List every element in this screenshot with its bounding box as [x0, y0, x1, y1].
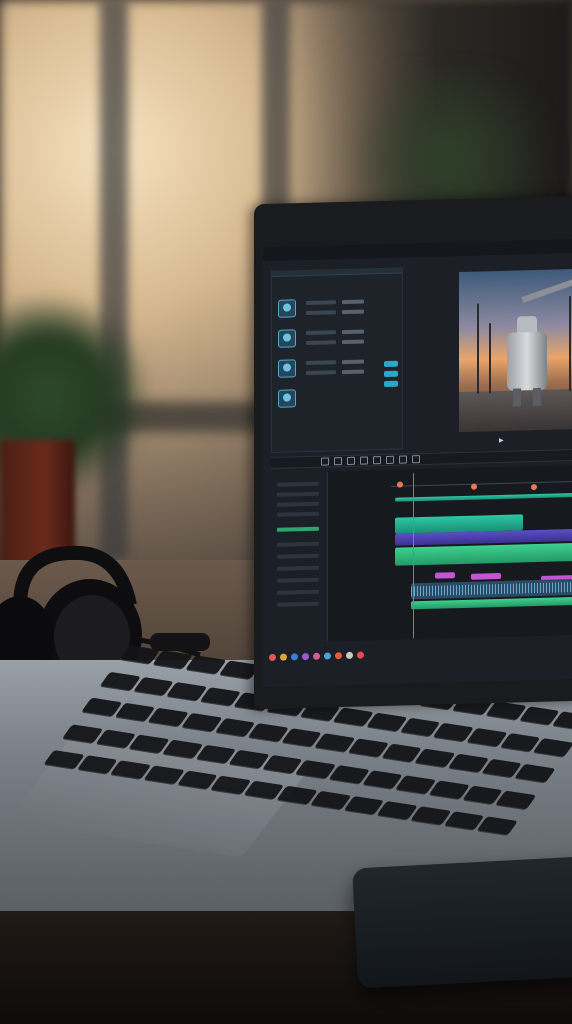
track-row[interactable] — [277, 589, 319, 595]
robot-body — [507, 331, 547, 391]
parameter-value[interactable] — [342, 299, 364, 305]
blade-icon[interactable] — [347, 456, 355, 465]
video-clip[interactable] — [395, 542, 572, 566]
record-icon[interactable] — [357, 651, 364, 659]
timeline-marker[interactable] — [471, 483, 477, 490]
toggle-switch[interactable] — [384, 370, 398, 378]
effects-panel — [271, 267, 403, 453]
track-row[interactable] — [277, 577, 319, 583]
snap-icon[interactable] — [373, 456, 381, 465]
photo-scene: ▶ — [0, 0, 572, 1024]
select-icon[interactable] — [334, 457, 342, 466]
parameter-slider[interactable] — [306, 330, 336, 336]
app-icon[interactable] — [324, 651, 331, 660]
app-icon[interactable] — [335, 651, 342, 659]
parameter-slider[interactable] — [306, 300, 336, 306]
media-clip-icon[interactable] — [278, 359, 296, 378]
timeline-marker[interactable] — [397, 481, 403, 488]
audio-waveform — [411, 581, 572, 597]
track-row[interactable] — [277, 481, 319, 487]
track-row[interactable] — [277, 541, 319, 547]
play-icon[interactable]: ▶ — [499, 436, 504, 443]
time-ruler[interactable] — [391, 470, 572, 487]
marker-icon[interactable] — [399, 455, 407, 464]
parameter-value[interactable] — [342, 339, 364, 345]
track-list — [271, 471, 328, 643]
toggle-switch[interactable] — [384, 380, 398, 388]
keyboard-key — [533, 737, 572, 757]
media-clip-icon[interactable] — [278, 389, 296, 408]
media-clip-icon[interactable] — [278, 299, 296, 318]
app-icon[interactable] — [302, 652, 309, 660]
effect-clip[interactable] — [471, 572, 501, 580]
track-row[interactable] — [277, 565, 319, 571]
app-icon[interactable] — [269, 653, 276, 661]
link-icon[interactable] — [386, 455, 394, 464]
app-icon[interactable] — [291, 652, 298, 660]
utility-pole — [477, 303, 479, 394]
laptop-screen: ▶ — [263, 238, 572, 688]
zoom-icon[interactable] — [360, 456, 368, 465]
track-row[interactable] — [277, 553, 319, 559]
video-preview[interactable] — [459, 268, 572, 433]
playhead[interactable] — [413, 473, 414, 639]
toggle-switch[interactable] — [384, 360, 398, 368]
audio-icon[interactable] — [412, 455, 420, 464]
parameter-value[interactable] — [342, 309, 364, 315]
track-row[interactable] — [277, 511, 319, 517]
app-icon[interactable] — [346, 651, 353, 659]
timeline-marker[interactable] — [531, 484, 537, 491]
robot-leg — [513, 388, 521, 407]
app-icon[interactable] — [280, 653, 287, 661]
media-clip-icon[interactable] — [278, 329, 296, 348]
dock — [269, 646, 469, 663]
track-row[interactable] — [277, 491, 319, 497]
timeline[interactable] — [271, 464, 572, 643]
cut-icon[interactable] — [321, 457, 329, 466]
track-row-selected[interactable] — [277, 526, 319, 532]
track-row[interactable] — [277, 601, 319, 607]
track-row[interactable] — [277, 501, 319, 507]
effect-clip[interactable] — [435, 572, 455, 579]
smartphone — [352, 855, 572, 989]
app-icon[interactable] — [313, 652, 320, 660]
panel-heading — [272, 268, 402, 277]
parameter-slider[interactable] — [306, 370, 336, 376]
playback-controls: ▶ — [459, 433, 572, 446]
audio-clip[interactable] — [411, 578, 572, 600]
video-clip[interactable] — [395, 492, 572, 502]
parameter-slider[interactable] — [306, 310, 336, 316]
robot-arm — [521, 278, 572, 303]
parameter-value[interactable] — [342, 359, 364, 365]
utility-pole — [569, 296, 571, 392]
parameter-slider[interactable] — [306, 340, 336, 346]
parameter-slider[interactable] — [306, 360, 336, 366]
parameter-value[interactable] — [342, 369, 364, 375]
parameter-value[interactable] — [342, 329, 364, 335]
robot-leg — [533, 387, 541, 407]
utility-pole — [489, 323, 491, 394]
